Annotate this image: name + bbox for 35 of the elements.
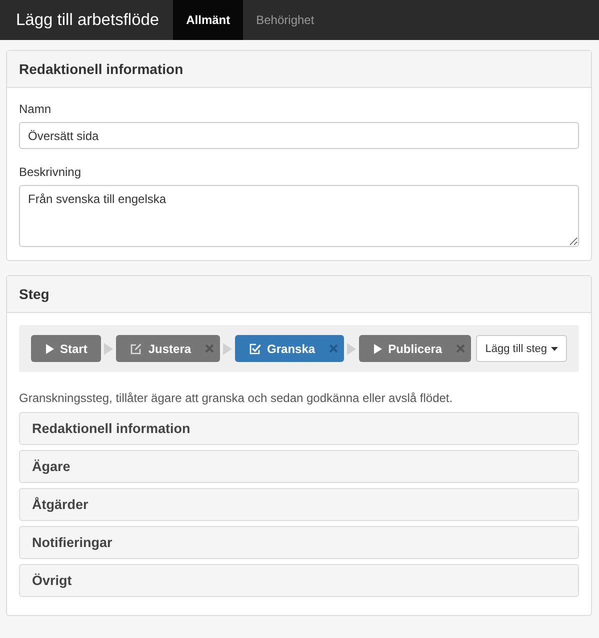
step-label: Justera	[148, 342, 192, 356]
remove-icon[interactable]	[456, 344, 466, 353]
name-field[interactable]: Översätt sida	[19, 122, 579, 149]
accordion-header[interactable]: Ägare	[19, 450, 579, 483]
nav-tab[interactable]: Allmänt	[173, 0, 244, 40]
arrow-icon	[223, 342, 232, 354]
accordion-header[interactable]: Övrigt	[19, 564, 579, 597]
accordion-header[interactable]: Notifieringar	[19, 526, 579, 559]
field-label: Beskrivning	[19, 165, 82, 179]
accordion-header[interactable]: Redaktionell information	[19, 412, 579, 445]
add-step-button[interactable]: Lägg till steg	[476, 335, 567, 362]
arrow-icon	[104, 342, 114, 354]
caret-icon	[551, 346, 558, 350]
accordion-header[interactable]: Åtgärder	[19, 488, 579, 521]
field-label: Namn	[19, 102, 52, 116]
checkbox-icon	[249, 342, 262, 354]
arrow-icon	[347, 342, 356, 354]
step-description: Granskningssteg, tillåter ägare att granska och sedan godkänna eller avslå flödet.	[19, 391, 454, 405]
panel-title: Redaktionell information	[7, 51, 591, 88]
step-button[interactable]: Start	[31, 335, 102, 362]
remove-icon[interactable]	[205, 344, 214, 353]
app-title: Lägg till arbetsflöde	[15, 10, 160, 30]
step-label: Start	[60, 342, 88, 356]
step-button[interactable]: Justera	[116, 335, 220, 362]
description-field[interactable]: Från svenska till engelska	[19, 185, 579, 247]
step-button[interactable]: Publicera	[359, 335, 472, 362]
step-button[interactable]: Granska	[235, 335, 344, 362]
play-icon	[45, 344, 54, 354]
edit-icon	[130, 342, 142, 354]
step-label: Granska	[267, 342, 316, 356]
nav-tab[interactable]: Behörighet	[243, 0, 328, 40]
panel-title: Steg	[7, 276, 591, 313]
remove-icon[interactable]	[329, 344, 338, 353]
step-label: Publicera	[388, 342, 442, 356]
play-icon	[373, 344, 382, 354]
